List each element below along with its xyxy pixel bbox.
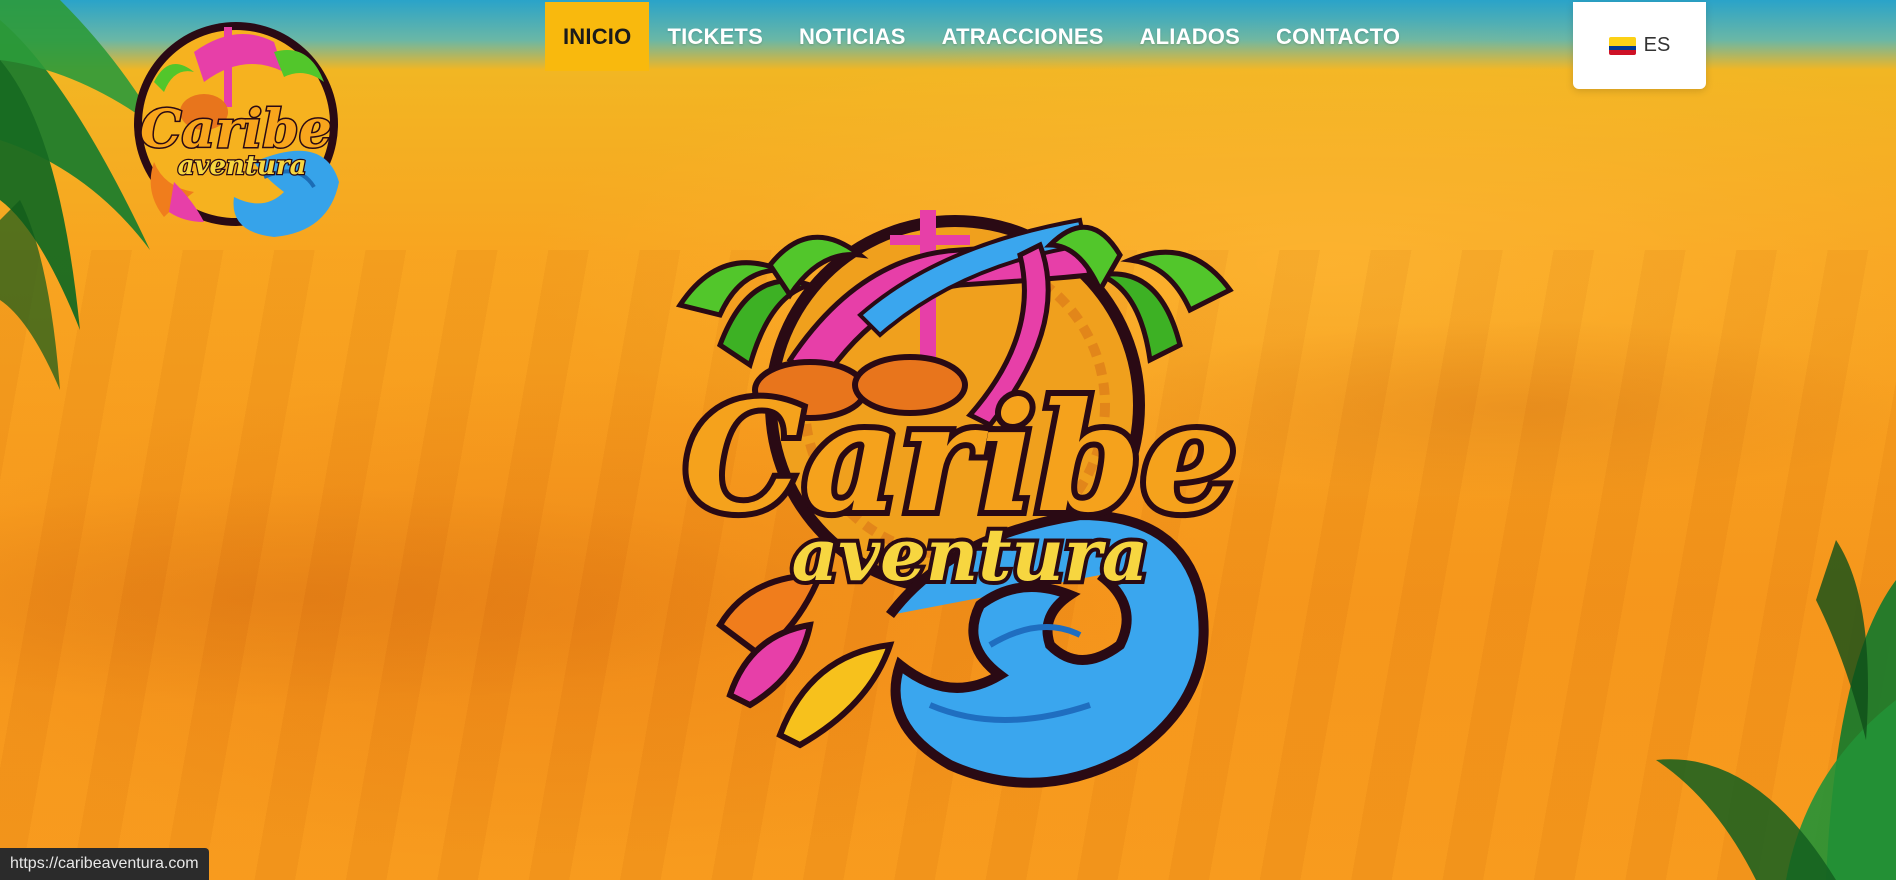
hero-logo-aventura: aventura xyxy=(792,512,1149,597)
language-selector[interactable]: ES xyxy=(1573,2,1706,89)
site-logo[interactable]: Caribe aventura xyxy=(124,12,354,252)
logo-text-aventura: aventura xyxy=(178,151,307,181)
nav-aliados[interactable]: ALIADOS xyxy=(1122,2,1258,71)
colombia-flag-icon xyxy=(1608,36,1636,55)
palm-leaves-bottom-right xyxy=(1656,540,1896,880)
nav-atracciones[interactable]: ATRACCIONES xyxy=(924,2,1122,71)
nav-contacto[interactable]: CONTACTO xyxy=(1258,2,1418,71)
main-nav: INICIO TICKETS NOTICIAS ATRACCIONES ALIA… xyxy=(545,2,1418,71)
hero-logo: Caribe aventura xyxy=(675,210,1242,788)
nav-inicio[interactable]: INICIO xyxy=(545,2,650,71)
link-status-bar: https://caribeaventura.com xyxy=(0,848,209,880)
nav-noticias[interactable]: NOTICIAS xyxy=(781,2,924,71)
nav-tickets[interactable]: TICKETS xyxy=(649,2,781,71)
language-code: ES xyxy=(1643,34,1671,56)
